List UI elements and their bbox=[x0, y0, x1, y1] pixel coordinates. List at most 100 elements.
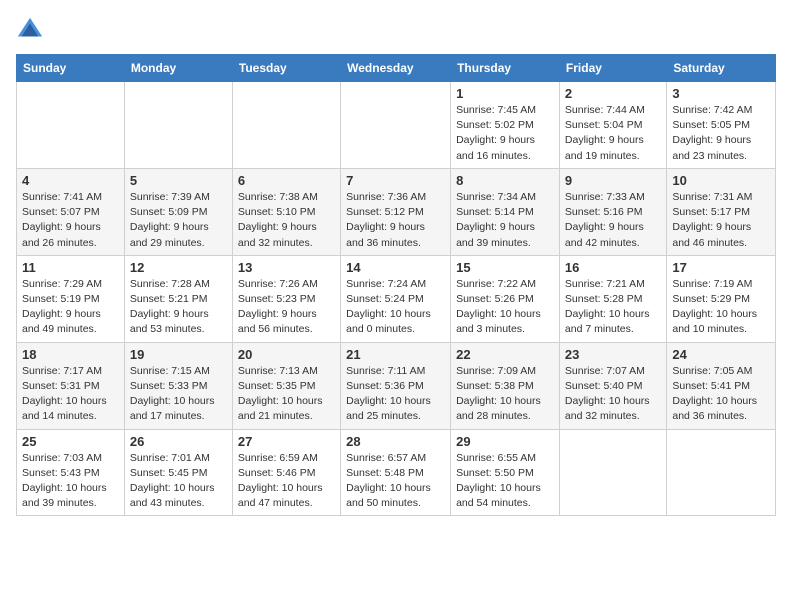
week-row-5: 25 Sunrise: 7:03 AM Sunset: 5:43 PM Dayli… bbox=[17, 429, 776, 516]
calendar-cell: 15Sunrise: 7:22 AM Sunset: 5:26 PM Dayli… bbox=[451, 255, 560, 342]
day-number: 24 bbox=[672, 347, 770, 362]
day-number: 27 bbox=[238, 434, 335, 449]
calendar-cell: 3 Sunrise: 7:42 AM Sunset: 5:05 PM Daylig… bbox=[667, 82, 776, 169]
calendar-cell: 14 Sunrise: 7:24 AM Sunset: 5:24 PM Dayli… bbox=[341, 255, 451, 342]
day-info: Sunrise: 7:11 AM Sunset: 5:36 PM Dayligh… bbox=[346, 364, 445, 425]
calendar-cell: 7 Sunrise: 7:36 AM Sunset: 5:12 PM Daylig… bbox=[341, 168, 451, 255]
calendar-cell: 13 Sunrise: 7:26 AM Sunset: 5:23 PM Dayli… bbox=[232, 255, 340, 342]
calendar-cell: 29 Sunrise: 6:55 AM Sunset: 5:50 PM Dayli… bbox=[451, 429, 560, 516]
day-number: 2 bbox=[565, 86, 661, 101]
day-info: Sunrise: 6:57 AM Sunset: 5:48 PM Dayligh… bbox=[346, 451, 445, 512]
day-number: 9 bbox=[565, 173, 661, 188]
day-number: 19 bbox=[130, 347, 227, 362]
week-row-1: 1Sunrise: 7:45 AM Sunset: 5:02 PM Daylig… bbox=[17, 82, 776, 169]
day-info: Sunrise: 7:41 AM Sunset: 5:07 PM Dayligh… bbox=[22, 190, 119, 251]
day-number: 21 bbox=[346, 347, 445, 362]
day-number: 23 bbox=[565, 347, 661, 362]
day-info: Sunrise: 7:26 AM Sunset: 5:23 PM Dayligh… bbox=[238, 277, 335, 338]
day-info: Sunrise: 7:05 AM Sunset: 5:41 PM Dayligh… bbox=[672, 364, 770, 425]
weekday-header-wednesday: Wednesday bbox=[341, 55, 451, 82]
weekday-header-monday: Monday bbox=[124, 55, 232, 82]
day-number: 7 bbox=[346, 173, 445, 188]
day-info: Sunrise: 7:39 AM Sunset: 5:09 PM Dayligh… bbox=[130, 190, 227, 251]
calendar-cell: 28 Sunrise: 6:57 AM Sunset: 5:48 PM Dayli… bbox=[341, 429, 451, 516]
calendar-cell: 23 Sunrise: 7:07 AM Sunset: 5:40 PM Dayli… bbox=[559, 342, 666, 429]
calendar-cell: 4 Sunrise: 7:41 AM Sunset: 5:07 PM Daylig… bbox=[17, 168, 125, 255]
day-number: 29 bbox=[456, 434, 554, 449]
calendar-cell: 26 Sunrise: 7:01 AM Sunset: 5:45 PM Dayli… bbox=[124, 429, 232, 516]
weekday-header-friday: Friday bbox=[559, 55, 666, 82]
logo bbox=[16, 16, 48, 44]
weekday-header-tuesday: Tuesday bbox=[232, 55, 340, 82]
calendar-cell: 2 Sunrise: 7:44 AM Sunset: 5:04 PM Daylig… bbox=[559, 82, 666, 169]
day-number: 20 bbox=[238, 347, 335, 362]
day-number: 17 bbox=[672, 260, 770, 275]
weekday-header-thursday: Thursday bbox=[451, 55, 560, 82]
day-info: Sunrise: 6:55 AM Sunset: 5:50 PM Dayligh… bbox=[456, 451, 554, 512]
day-info: Sunrise: 7:09 AM Sunset: 5:38 PM Dayligh… bbox=[456, 364, 554, 425]
day-info: Sunrise: 7:42 AM Sunset: 5:05 PM Dayligh… bbox=[672, 103, 770, 164]
calendar-cell: 24 Sunrise: 7:05 AM Sunset: 5:41 PM Dayli… bbox=[667, 342, 776, 429]
day-number: 3 bbox=[672, 86, 770, 101]
day-number: 25 bbox=[22, 434, 119, 449]
calendar-cell bbox=[341, 82, 451, 169]
page-container: SundayMondayTuesdayWednesdayThursdayFrid… bbox=[0, 0, 792, 526]
calendar-cell: 10 Sunrise: 7:31 AM Sunset: 5:17 PM Dayli… bbox=[667, 168, 776, 255]
day-info: Sunrise: 7:15 AM Sunset: 5:33 PM Dayligh… bbox=[130, 364, 227, 425]
day-info: Sunrise: 7:45 AM Sunset: 5:02 PM Dayligh… bbox=[456, 103, 554, 164]
calendar-cell: 6 Sunrise: 7:38 AM Sunset: 5:10 PM Daylig… bbox=[232, 168, 340, 255]
calendar-cell: 27 Sunrise: 6:59 AM Sunset: 5:46 PM Dayli… bbox=[232, 429, 340, 516]
weekday-header-row: SundayMondayTuesdayWednesdayThursdayFrid… bbox=[17, 55, 776, 82]
week-row-3: 11Sunrise: 7:29 AM Sunset: 5:19 PM Dayli… bbox=[17, 255, 776, 342]
day-number: 14 bbox=[346, 260, 445, 275]
calendar: SundayMondayTuesdayWednesdayThursdayFrid… bbox=[16, 54, 776, 516]
calendar-cell: 18 Sunrise: 7:17 AM Sunset: 5:31 PM Dayli… bbox=[17, 342, 125, 429]
calendar-cell bbox=[667, 429, 776, 516]
day-info: Sunrise: 7:33 AM Sunset: 5:16 PM Dayligh… bbox=[565, 190, 661, 251]
logo-icon bbox=[16, 16, 44, 44]
day-info: Sunrise: 7:01 AM Sunset: 5:45 PM Dayligh… bbox=[130, 451, 227, 512]
day-info: Sunrise: 7:22 AM Sunset: 5:26 PM Dayligh… bbox=[456, 277, 554, 338]
week-row-2: 4 Sunrise: 7:41 AM Sunset: 5:07 PM Daylig… bbox=[17, 168, 776, 255]
calendar-cell: 9 Sunrise: 7:33 AM Sunset: 5:16 PM Daylig… bbox=[559, 168, 666, 255]
calendar-cell bbox=[232, 82, 340, 169]
day-info: Sunrise: 7:44 AM Sunset: 5:04 PM Dayligh… bbox=[565, 103, 661, 164]
day-info: Sunrise: 7:31 AM Sunset: 5:17 PM Dayligh… bbox=[672, 190, 770, 251]
calendar-cell bbox=[559, 429, 666, 516]
day-info: Sunrise: 7:36 AM Sunset: 5:12 PM Dayligh… bbox=[346, 190, 445, 251]
day-info: Sunrise: 7:17 AM Sunset: 5:31 PM Dayligh… bbox=[22, 364, 119, 425]
calendar-cell: 17 Sunrise: 7:19 AM Sunset: 5:29 PM Dayli… bbox=[667, 255, 776, 342]
day-number: 22 bbox=[456, 347, 554, 362]
day-info: Sunrise: 7:28 AM Sunset: 5:21 PM Dayligh… bbox=[130, 277, 227, 338]
calendar-cell: 1Sunrise: 7:45 AM Sunset: 5:02 PM Daylig… bbox=[451, 82, 560, 169]
calendar-cell: 16 Sunrise: 7:21 AM Sunset: 5:28 PM Dayli… bbox=[559, 255, 666, 342]
calendar-cell: 20 Sunrise: 7:13 AM Sunset: 5:35 PM Dayli… bbox=[232, 342, 340, 429]
day-info: Sunrise: 7:21 AM Sunset: 5:28 PM Dayligh… bbox=[565, 277, 661, 338]
weekday-header-saturday: Saturday bbox=[667, 55, 776, 82]
day-info: Sunrise: 7:07 AM Sunset: 5:40 PM Dayligh… bbox=[565, 364, 661, 425]
day-info: Sunrise: 7:38 AM Sunset: 5:10 PM Dayligh… bbox=[238, 190, 335, 251]
weekday-header-sunday: Sunday bbox=[17, 55, 125, 82]
day-number: 26 bbox=[130, 434, 227, 449]
calendar-cell: 8Sunrise: 7:34 AM Sunset: 5:14 PM Daylig… bbox=[451, 168, 560, 255]
day-number: 12 bbox=[130, 260, 227, 275]
day-number: 28 bbox=[346, 434, 445, 449]
calendar-cell: 21 Sunrise: 7:11 AM Sunset: 5:36 PM Dayli… bbox=[341, 342, 451, 429]
day-number: 10 bbox=[672, 173, 770, 188]
day-number: 18 bbox=[22, 347, 119, 362]
day-info: Sunrise: 7:03 AM Sunset: 5:43 PM Dayligh… bbox=[22, 451, 119, 512]
day-info: Sunrise: 7:13 AM Sunset: 5:35 PM Dayligh… bbox=[238, 364, 335, 425]
calendar-cell: 25 Sunrise: 7:03 AM Sunset: 5:43 PM Dayli… bbox=[17, 429, 125, 516]
day-info: Sunrise: 7:24 AM Sunset: 5:24 PM Dayligh… bbox=[346, 277, 445, 338]
day-number: 4 bbox=[22, 173, 119, 188]
day-number: 16 bbox=[565, 260, 661, 275]
day-info: Sunrise: 7:29 AM Sunset: 5:19 PM Dayligh… bbox=[22, 277, 119, 338]
day-info: Sunrise: 6:59 AM Sunset: 5:46 PM Dayligh… bbox=[238, 451, 335, 512]
day-info: Sunrise: 7:34 AM Sunset: 5:14 PM Dayligh… bbox=[456, 190, 554, 251]
calendar-cell: 5 Sunrise: 7:39 AM Sunset: 5:09 PM Daylig… bbox=[124, 168, 232, 255]
day-number: 6 bbox=[238, 173, 335, 188]
calendar-cell: 19 Sunrise: 7:15 AM Sunset: 5:33 PM Dayli… bbox=[124, 342, 232, 429]
day-number: 13 bbox=[238, 260, 335, 275]
day-info: Sunrise: 7:19 AM Sunset: 5:29 PM Dayligh… bbox=[672, 277, 770, 338]
day-number: 5 bbox=[130, 173, 227, 188]
